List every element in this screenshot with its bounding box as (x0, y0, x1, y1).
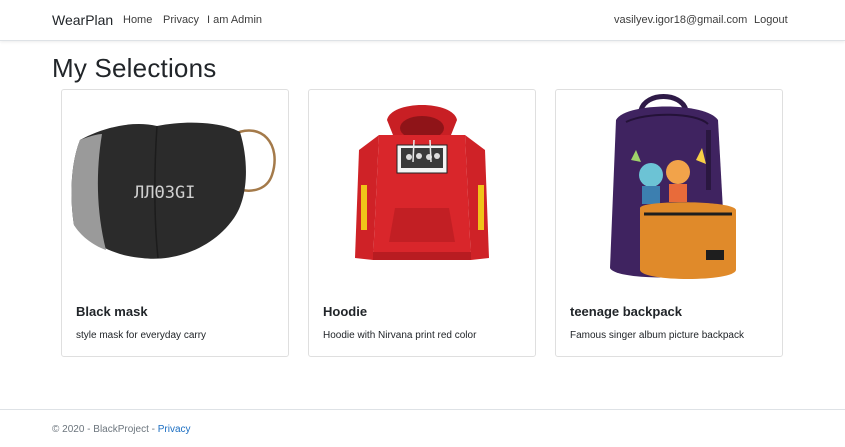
product-card-black-mask[interactable]: ЛЛΘЗGI Black mask style mask for everyda… (61, 89, 289, 357)
logout-link[interactable]: Logout (754, 14, 788, 26)
mask-print-text: ЛЛΘЗGI (134, 183, 195, 203)
product-title: Hoodie (323, 304, 368, 319)
product-description: Famous singer album picture backpack (570, 330, 744, 341)
product-title: Black mask (76, 304, 148, 319)
product-title: teenage backpack (570, 304, 683, 319)
nav-home-link[interactable]: Home (123, 14, 152, 26)
brand-link[interactable]: WearPlan (52, 12, 113, 28)
footer-copyright: © 2020 - BlackProject - (52, 424, 158, 435)
nav-privacy-link[interactable]: Privacy (163, 14, 199, 26)
page-footer: © 2020 - BlackProject - Privacy (0, 409, 845, 447)
footer-text: © 2020 - BlackProject - Privacy (52, 424, 191, 435)
backpack-image (610, 94, 736, 279)
footer-privacy-link[interactable]: Privacy (158, 424, 191, 435)
user-email-link[interactable]: vasilyev.igor18@gmail.com (614, 14, 747, 26)
page-title: My Selections (52, 53, 217, 83)
product-description: Hoodie with Nirvana print red color (323, 330, 477, 341)
nav-admin-link[interactable]: I am Admin (207, 14, 262, 26)
top-navbar: WearPlan Home Privacy I am Admin vasilye… (0, 0, 845, 41)
product-description: style mask for everyday carry (76, 330, 207, 341)
product-card-hoodie[interactable]: Hoodie Hoodie with Nirvana print red col… (308, 89, 536, 357)
hoodie-image (355, 105, 489, 260)
face-mask-image: ЛЛΘЗGI (71, 122, 276, 259)
product-card-teenage-backpack[interactable]: teenage backpack Famous singer album pic… (555, 89, 783, 357)
